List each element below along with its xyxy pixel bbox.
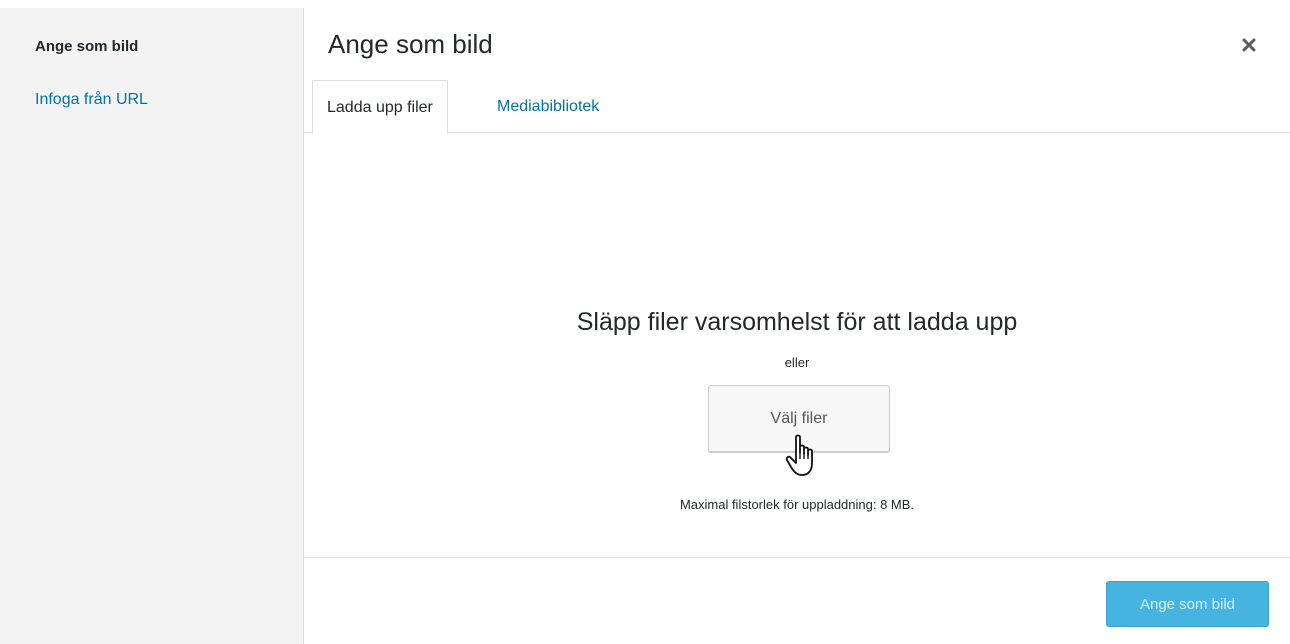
or-separator: eller [784,355,810,370]
close-button[interactable] [1234,30,1264,60]
tab-upload-files[interactable]: Ladda upp filer [312,80,448,134]
modal-toolbar: Ange som bild [304,557,1290,644]
modal-title: Ange som bild [328,29,493,59]
close-icon [1242,38,1256,52]
media-main: Ange som bild Ladda upp filer Mediabibli… [304,8,1290,644]
tab-bar: Ladda upp filer Mediabibliotek [304,80,1290,134]
max-upload-size: Maximal filstorlek för uppladdning: 8 MB… [679,497,915,512]
media-modal: Ange som bild Infoga från URL Ange som b… [0,8,1290,644]
set-image-button[interactable]: Ange som bild [1106,581,1269,627]
upload-drop-zone[interactable]: Släpp filer varsomhelst för att ladda up… [304,133,1290,557]
hand-pointer-icon [785,434,813,476]
drop-instructions: Släpp filer varsomhelst för att ladda up… [576,308,1018,336]
tab-media-library[interactable]: Mediabibliotek [483,80,613,133]
sidebar-item-set-image[interactable]: Ange som bild [35,37,138,57]
sidebar-item-insert-from-url[interactable]: Infoga från URL [35,90,148,110]
media-sidebar: Ange som bild Infoga från URL [0,8,304,644]
